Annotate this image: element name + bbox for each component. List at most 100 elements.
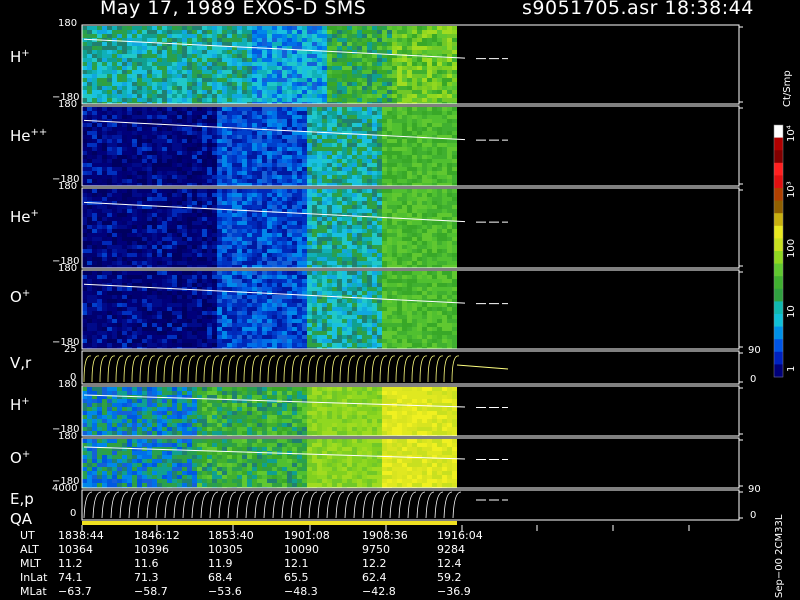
ephemeris-value: 10305 [208, 543, 243, 556]
ephemeris-value: −36.9 [437, 585, 471, 598]
qa-label: QA [10, 510, 33, 528]
panel-label: He++ [10, 127, 47, 145]
spectrogram-panel [82, 271, 457, 349]
ephemeris-value: 12.2 [362, 557, 387, 570]
panel-label: He+ [10, 208, 39, 226]
ephemeris-label: UT [20, 529, 35, 542]
colorbar-segment [774, 150, 783, 164]
velocity-panel [83, 355, 460, 383]
ephemeris-value: −63.7 [58, 585, 92, 598]
colorbar-segment [774, 301, 783, 315]
panel-label-name: H [10, 396, 22, 414]
right-tick-top: 90 [748, 345, 761, 356]
y-tick-top: 180 [58, 431, 78, 442]
right-tick-top: 90 [748, 484, 761, 495]
y-tick-top: 180 [58, 379, 78, 390]
ephemeris-value: 11.9 [208, 557, 233, 570]
panel-label: H+ [10, 48, 30, 66]
ephemeris-value: 12.1 [284, 557, 309, 570]
colorbar-segment [774, 175, 783, 189]
side-stamp: Sep−00 2CM33L [774, 514, 785, 598]
colorbar-segment [774, 125, 783, 139]
y-tick-top: 4000 [52, 483, 78, 494]
panel-label-name: He [10, 127, 31, 145]
panel-label: O+ [10, 288, 30, 306]
spectrogram-plot [81, 24, 784, 531]
ephemeris-value: 74.1 [58, 571, 83, 584]
panel-label-name: He [10, 208, 31, 226]
panel-label-charge: + [21, 449, 31, 460]
panel-label: H+ [10, 396, 30, 414]
spectrogram-panel [82, 189, 457, 268]
colorbar-segment [774, 288, 783, 302]
spectrogram-panel [82, 107, 457, 186]
ephemeris-value: 1901:08 [284, 529, 330, 542]
colorbar-segment [774, 137, 783, 151]
panel-label-name: O [10, 449, 22, 467]
colorbar-label: 10 [786, 305, 797, 318]
file-info: s9051705.asr 18:38:44 [522, 0, 754, 19]
ephemeris-value: 10396 [134, 543, 169, 556]
colorbar-unit: Ct/Smp [782, 70, 793, 107]
ephemeris-value: 11.6 [134, 557, 159, 570]
ephemeris-label: ALT [20, 543, 39, 556]
panel-label-name: O [10, 288, 22, 306]
colorbar-label: 10³ [786, 181, 797, 198]
panel-label: V,r [10, 354, 31, 372]
ephemeris-value: 9750 [362, 543, 390, 556]
panel-label-name: H [10, 48, 22, 66]
y-tick-top: 180 [58, 99, 78, 110]
colorbar-segment [774, 364, 783, 378]
ephemeris-value: 10090 [284, 543, 319, 556]
plot-title: May 17, 1989 EXOS-D SMS [100, 0, 367, 19]
ephemeris-label: MLT [20, 557, 41, 570]
spectrogram-panel [82, 26, 457, 104]
panel-label-charge: + [21, 288, 31, 299]
ephemeris-value: −42.8 [362, 585, 396, 598]
panel-frame [81, 489, 740, 521]
energy-panel [83, 491, 462, 519]
ephemeris-value: 12.4 [437, 557, 462, 570]
ephemeris-label: MLat [20, 585, 47, 598]
ephemeris-value: 1853:40 [208, 529, 254, 542]
colorbar-segment [774, 314, 783, 328]
colorbar-segment [774, 188, 783, 202]
ephemeris-value: −53.6 [208, 585, 242, 598]
ephemeris-value: 65.5 [284, 571, 309, 584]
colorbar-segment [774, 162, 783, 176]
ephemeris-label: InLat [20, 571, 48, 584]
colorbar-segment [774, 251, 783, 265]
panel-label: O+ [10, 449, 30, 467]
panel-label-name: E,p [10, 490, 34, 508]
panel-label-charge: + [21, 48, 30, 59]
ephemeris-value: 1838:44 [58, 529, 104, 542]
ephemeris-value: 62.4 [362, 571, 387, 584]
ephemeris-value: 1908:36 [362, 529, 408, 542]
ephemeris-value: 71.3 [134, 571, 159, 584]
y-tick-top: 25 [64, 344, 77, 355]
colorbar-segment [774, 326, 783, 340]
colorbar-segment [774, 225, 783, 239]
y-tick-top: 180 [58, 181, 78, 192]
y-tick-bottom: 0 [70, 508, 77, 519]
right-tick-bottom: 0 [750, 510, 757, 521]
ephemeris-value: 11.2 [58, 557, 83, 570]
panel-label-charge: + [30, 208, 39, 219]
colorbar-segment [774, 276, 783, 290]
ephemeris-value: 1846:12 [134, 529, 180, 542]
spectrogram-panel [82, 439, 457, 488]
y-tick-top: 180 [58, 18, 78, 29]
colorbar-label: 1 [786, 365, 797, 372]
ephemeris-value: 10364 [58, 543, 93, 556]
colorbar-segment [774, 238, 783, 252]
right-tick-bottom: 0 [750, 374, 757, 385]
colorbar-segment [774, 263, 783, 277]
colorbar-segment [774, 200, 783, 214]
colorbar-label: 10⁴ [786, 125, 797, 142]
colorbar-segment [774, 213, 783, 227]
ephemeris-value: −48.3 [284, 585, 318, 598]
ephemeris-value: 68.4 [208, 571, 233, 584]
ephemeris-value: 9284 [437, 543, 465, 556]
ephemeris-value: 59.2 [437, 571, 462, 584]
panel-label-charge: + [21, 396, 30, 407]
